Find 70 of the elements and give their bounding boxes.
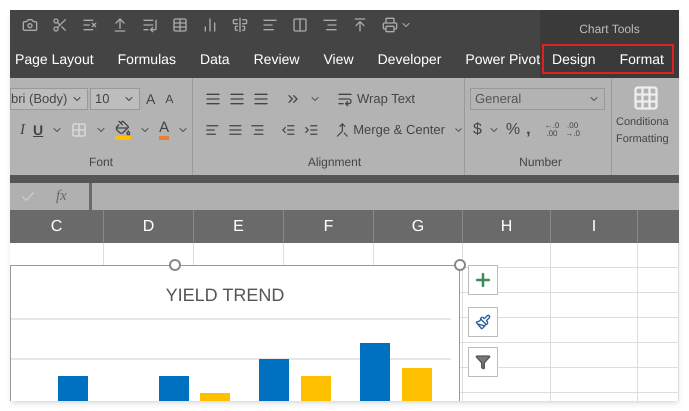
align-center-icon[interactable] (228, 122, 242, 138)
camera-icon[interactable] (22, 17, 38, 33)
bar (200, 393, 230, 401)
underline-button[interactable]: U (33, 120, 44, 140)
align-left-icon[interactable] (262, 17, 278, 33)
chart-filters-button[interactable] (468, 347, 498, 377)
group-label: Alignment (308, 154, 362, 170)
conditional-formatting-button[interactable]: Conditiona Formatting (612, 114, 669, 148)
ribbon-tab[interactable]: View (323, 48, 354, 70)
number-format-field[interactable]: General (470, 88, 605, 110)
group-label: Font (88, 154, 113, 170)
bar (301, 376, 331, 401)
group-label: Number (519, 154, 562, 170)
wrap-text-icon[interactable] (337, 91, 353, 107)
resize-handle[interactable] (454, 259, 466, 271)
top-align-icon[interactable] (205, 91, 221, 107)
bottom-align-icon[interactable] (253, 91, 269, 107)
bar-chart-icon[interactable] (202, 17, 218, 33)
chart-tools-label: Chart Tools (579, 21, 640, 38)
list-end-icon[interactable] (142, 17, 158, 33)
bar (159, 376, 189, 401)
merge-icon[interactable] (334, 122, 350, 138)
font-name-field[interactable]: bri (Body) (10, 88, 88, 110)
bar (259, 359, 289, 401)
indent-decrease-icon[interactable] (281, 122, 296, 138)
italic-button[interactable]: I (20, 118, 25, 142)
align-right-icon[interactable] (322, 17, 338, 33)
table-icon[interactable] (172, 17, 188, 33)
bar (402, 368, 432, 401)
chart-elements-button[interactable] (468, 265, 498, 295)
ribbon-tab[interactable]: Formulas (118, 48, 176, 70)
grow-font-button[interactable]: A (142, 88, 160, 110)
chart-title: YIELD TREND (166, 284, 284, 307)
shrink-font-button[interactable]: A (161, 90, 178, 108)
chart-area[interactable]: YIELD TREND (10, 265, 460, 401)
font-color-button[interactable]: A (159, 120, 170, 140)
middle-align-icon[interactable] (229, 91, 245, 107)
bar (58, 376, 88, 401)
fill-color-icon[interactable] (115, 120, 132, 140)
increase-decimal-button[interactable]: ←.0 .00 (544, 122, 560, 138)
wrap-text-button[interactable]: Wrap Text (357, 89, 416, 109)
ribbon-tab[interactable]: Design (552, 48, 596, 70)
scissors-icon[interactable] (52, 17, 68, 33)
columns-icon[interactable] (292, 17, 308, 33)
plus-icon (473, 270, 493, 290)
ribbon-tab[interactable]: Power Pivot (465, 48, 540, 70)
filter-icon (475, 354, 491, 370)
list-remove-icon[interactable] (82, 17, 98, 33)
ribbon-tab[interactable]: Review (254, 48, 300, 70)
indent-increase-icon[interactable] (304, 122, 319, 138)
align-left-icon[interactable] (205, 122, 220, 138)
ribbon-tab[interactable]: Format (620, 48, 664, 70)
printer-icon[interactable] (382, 17, 398, 33)
percent-button[interactable]: % (506, 118, 520, 142)
ribbon-tab[interactable]: Data (200, 48, 230, 70)
align-right-icon[interactable] (250, 122, 266, 138)
align-center-icon[interactable] (232, 17, 248, 33)
resize-handle[interactable] (169, 259, 181, 271)
chart-styles-button[interactable] (468, 307, 498, 337)
bar (360, 343, 390, 401)
ribbon-tab[interactable]: Developer (378, 48, 442, 70)
paintbrush-icon (475, 314, 491, 330)
font-size-field[interactable]: 10 (90, 88, 140, 110)
merge-center-button[interactable]: Merge & Center (353, 120, 445, 140)
currency-button[interactable]: $ (473, 118, 482, 142)
ribbon-tab[interactable]: Page Layout (15, 48, 94, 70)
formula-input-field[interactable] (92, 183, 679, 210)
comma-button[interactable]: , (526, 118, 531, 142)
align-top-icon[interactable] (352, 17, 368, 33)
decrease-decimal-button[interactable]: .00 →.0 (565, 122, 580, 138)
